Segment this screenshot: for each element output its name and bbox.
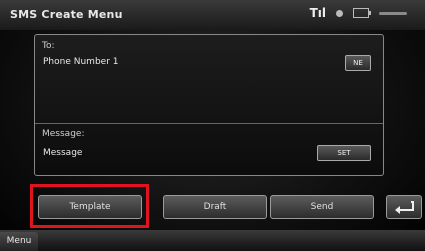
back-button[interactable] [386,195,422,219]
divider [35,123,383,124]
sms-create-screen: SMS Create Menu Tıl To: Phone Number 1 N… [0,0,425,251]
message-value[interactable]: Message [43,148,82,158]
bottom-bar [0,230,425,251]
to-label: To: [42,41,55,51]
battery-icon [353,8,371,18]
status-bar-icon [379,11,407,15]
draft-button[interactable]: Draft [163,195,267,219]
bluetooth-icon [336,9,343,17]
back-arrow-icon [395,201,414,214]
to-edit-button[interactable]: NE [345,55,371,71]
template-highlight-frame [30,184,149,228]
to-value[interactable]: Phone Number 1 [43,57,118,67]
message-set-button[interactable]: SET [317,145,371,161]
title-bar: SMS Create Menu Tıl [0,0,425,30]
status-indicators: Tıl [310,6,407,20]
message-panel: To: Phone Number 1 NE Message: Message S… [34,34,384,176]
send-button[interactable]: Send [270,195,374,219]
signal-icon: Tıl [309,6,326,20]
page-title: SMS Create Menu [10,8,123,21]
message-label: Message: [42,129,85,139]
menu-button[interactable]: Menu [0,232,38,251]
